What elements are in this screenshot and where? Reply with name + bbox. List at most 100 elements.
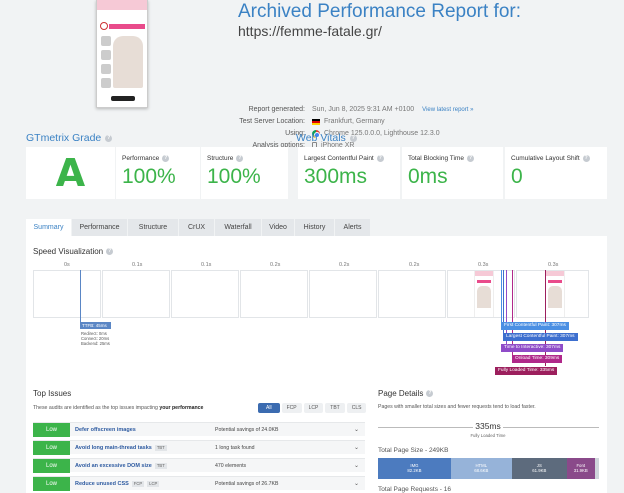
issue-row[interactable]: Low Reduce unused CSS FCP LCP Potential sa… <box>33 476 365 491</box>
performance-value: 100% <box>122 165 176 188</box>
timeline-tick: 0.2s <box>339 262 350 268</box>
meta-value: Frankfurt, Germany <box>324 118 385 125</box>
filmstrip-frame <box>378 270 446 318</box>
page-details-description: Pages with smaller total sizes and fewer… <box>378 404 536 410</box>
timeline-tick: 0.3s <box>548 262 559 268</box>
page-details-heading: Page Details? <box>378 389 434 398</box>
help-icon[interactable]: ? <box>105 134 113 142</box>
tab-waterfall[interactable]: Waterfall <box>215 219 262 236</box>
page-size-segment: JS 61.9KB <box>511 458 567 479</box>
fully-loaded-label: Fully Loaded Time <box>470 433 506 438</box>
performance-metric: Performance? 100% <box>116 147 200 199</box>
total-page-requests-heading: Total Page Requests - 16 <box>378 486 451 493</box>
structure-value: 100% <box>207 165 261 188</box>
impact-badge: Low <box>33 441 70 455</box>
issue-detail: Potential savings of 24.0KB <box>215 427 279 433</box>
ttfb-backend: Backend: 25ms <box>81 341 110 346</box>
meta-key: Report generated: <box>248 106 305 113</box>
issue-detail: 1 long task found <box>215 445 255 451</box>
onload-marker <box>512 270 513 355</box>
filmstrip-frame <box>171 270 239 318</box>
grade-badge: A <box>26 147 115 199</box>
tab-summary[interactable]: Summary <box>26 219 72 236</box>
issue-row[interactable]: Low Avoid long main-thread tasks TBT 1 lo… <box>33 440 365 455</box>
filter-fcp[interactable]: FCP <box>281 403 302 413</box>
tab-structure[interactable]: Structure <box>128 219 179 236</box>
chevron-down-icon[interactable]: ⌄ <box>354 459 359 473</box>
tab-history[interactable]: History <box>295 219 335 236</box>
structure-metric: Structure? 100% <box>201 147 288 199</box>
view-latest-report-link[interactable]: View latest report » <box>422 104 473 116</box>
top-issues-heading: Top Issues <box>33 389 72 398</box>
segment-size: 61.9KB <box>532 468 547 473</box>
issue-detail: Potential savings of 26.7KB <box>215 481 279 487</box>
timeline-tick: 0.1s <box>201 262 212 268</box>
issue-row[interactable]: Low Defer offscreen images Potential sav… <box>33 422 365 437</box>
help-icon[interactable]: ? <box>426 390 434 397</box>
germany-flag-icon <box>312 119 320 125</box>
segment-size: 82.2KB <box>407 468 422 473</box>
web-vitals-heading: Web Vitals? <box>296 132 357 144</box>
help-icon[interactable]: ? <box>236 155 244 162</box>
report-tabs: Summary Performance Structure CrUX Water… <box>26 219 371 236</box>
issue-detail: 470 elements <box>215 463 247 469</box>
issue-filters: All FCP LCP TBT CLS <box>258 403 367 413</box>
total-page-size-heading: Total Page Size - 249KB <box>378 447 449 454</box>
fcp-label: First Contentful Paint: 307ms <box>501 322 569 330</box>
filter-cls[interactable]: CLS <box>346 403 367 413</box>
segment-size: 31.9KB <box>573 468 588 473</box>
chevron-down-icon[interactable]: ⌄ <box>354 477 359 491</box>
top-issues-description: These audits are identified as the top i… <box>33 405 204 411</box>
timeline-tick: 0.3s <box>478 262 489 268</box>
page-size-segment: HTML 68.6KB <box>450 458 512 479</box>
filter-all[interactable]: All <box>258 403 280 413</box>
fully-loaded-value: 335ms <box>473 421 503 431</box>
page-screenshot-thumbnail <box>96 0 148 108</box>
onload-label: Onload Time: 309ms <box>512 355 563 363</box>
impact-badge: Low <box>33 423 70 437</box>
report-title: Archived Performance Report for: <box>238 1 522 22</box>
help-icon[interactable]: ? <box>467 155 474 162</box>
help-icon[interactable]: ? <box>106 248 114 255</box>
grade-letter: A <box>55 151 86 195</box>
tab-alerts[interactable]: Alerts <box>335 219 371 236</box>
filter-tbt[interactable]: TBT <box>325 403 345 413</box>
tab-crux[interactable]: CrUX <box>179 219 215 236</box>
timeline-tick: 0.1s <box>132 262 143 268</box>
filmstrip-frame <box>33 270 101 318</box>
help-icon[interactable]: ? <box>162 155 170 162</box>
timeline-tick: 0.2s <box>270 262 281 268</box>
timeline-tick: 0s <box>64 262 70 268</box>
help-icon[interactable]: ? <box>582 155 590 162</box>
tbt-metric: Total Blocking Time? 0ms <box>402 147 503 199</box>
cls-value: 0 <box>511 165 523 188</box>
issue-name: Reduce unused CSS <box>75 481 129 487</box>
issue-name: Avoid long main-thread tasks <box>75 445 152 451</box>
chevron-down-icon[interactable]: ⌄ <box>354 441 359 455</box>
page-size-segment: Font 31.9KB <box>566 458 595 479</box>
filmstrip-frame <box>309 270 377 318</box>
lcp-value: 300ms <box>304 165 368 188</box>
metric-tag: LCP <box>147 481 160 487</box>
impact-badge: Low <box>33 459 70 473</box>
filmstrip-frame <box>240 270 308 318</box>
tab-video[interactable]: Video <box>262 219 295 236</box>
fully-loaded-label: Fully Loaded Time: 335ms <box>495 367 558 375</box>
metric-tag: FCP <box>131 481 145 487</box>
help-icon[interactable]: ? <box>349 134 357 142</box>
issue-row[interactable]: Low Avoid an excessive DOM size TBT 470 e… <box>33 458 365 473</box>
filmstrip-frame <box>447 270 515 318</box>
cls-metric: Cumulative Layout Shift? 0 <box>505 147 607 199</box>
issue-name: Defer offscreen images <box>75 427 136 433</box>
ttfb-label: TTFB: 45ms <box>80 322 111 329</box>
tab-performance[interactable]: Performance <box>72 219 128 236</box>
meta-server-location: Test Server Location: Frankfurt, Germany <box>0 116 624 128</box>
segment-size: 68.6KB <box>474 468 489 473</box>
fcp-marker <box>501 270 502 322</box>
page-size-bar: IMG 82.2KB HTML 68.6KB JS 61.9KB Font 31.9KB <box>378 458 599 479</box>
help-icon[interactable]: ? <box>376 155 384 162</box>
issue-name: Avoid an excessive DOM size <box>75 463 152 469</box>
speed-visualization-heading: Speed Visualization? <box>33 247 114 256</box>
chevron-down-icon[interactable]: ⌄ <box>354 423 359 437</box>
filter-lcp[interactable]: LCP <box>303 403 324 413</box>
